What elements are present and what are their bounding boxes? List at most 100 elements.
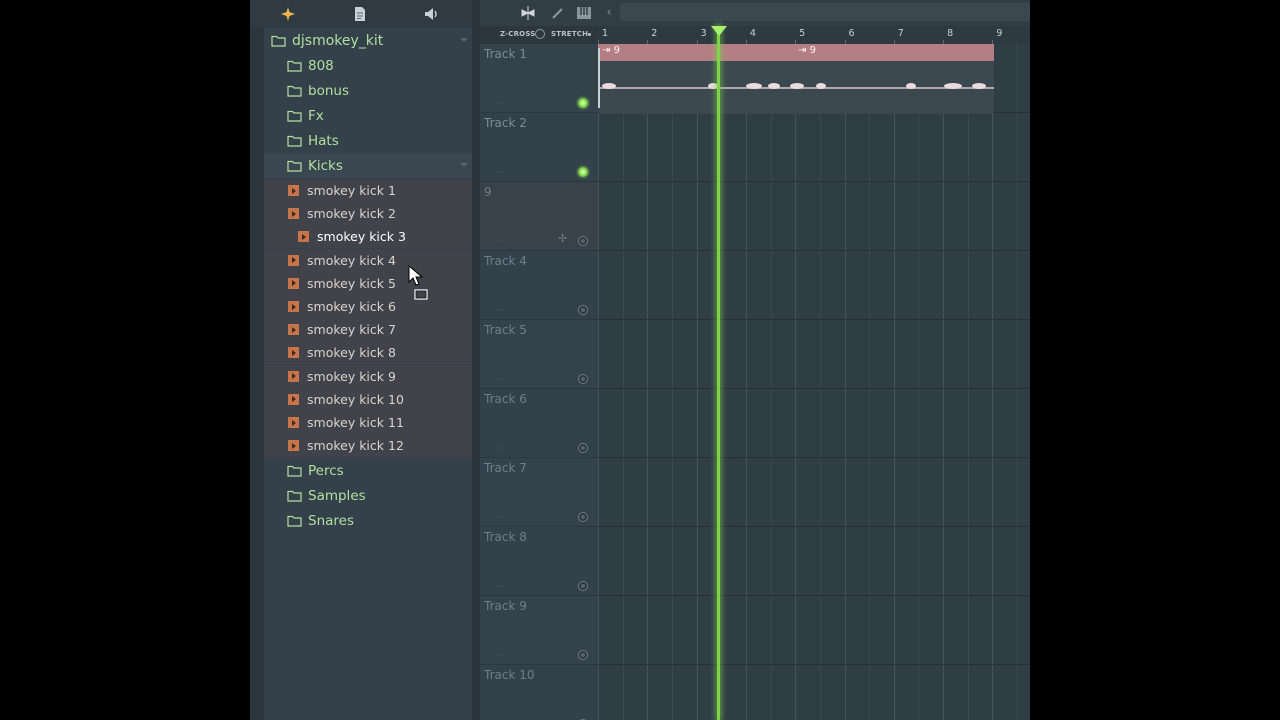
- track-header[interactable]: Track 9 ···: [480, 596, 598, 665]
- audio-file-icon: [288, 393, 299, 405]
- track-mute-led[interactable]: [578, 512, 588, 522]
- file-label: smokey kick 2: [307, 206, 396, 222]
- file-label: smokey kick 10: [307, 391, 404, 407]
- document-icon[interactable]: [350, 4, 370, 24]
- folder-samples[interactable]: Samples: [264, 483, 472, 508]
- zcross-knob[interactable]: [535, 29, 545, 39]
- track-separator: [598, 250, 1030, 251]
- track-mute-led[interactable]: [578, 98, 588, 108]
- folder-snares[interactable]: Snares: [264, 508, 472, 533]
- track-mute-led[interactable]: [578, 443, 588, 453]
- track-header[interactable]: Track 1 ···: [480, 44, 598, 113]
- file-item[interactable]: smokey kick 1: [264, 179, 472, 202]
- track-separator: [598, 595, 1030, 596]
- folder-label: 808: [308, 57, 334, 74]
- browser-gutter: [250, 28, 264, 720]
- folder-label: Percs: [308, 462, 344, 479]
- folder-fx[interactable]: Fx: [264, 103, 472, 128]
- file-label: smokey kick 9: [307, 368, 396, 384]
- playhead-marker-icon[interactable]: [711, 26, 727, 36]
- folder-808[interactable]: 808: [264, 53, 472, 78]
- folder-root[interactable]: djsmokey_kit: [264, 28, 472, 53]
- scroll-left-icon[interactable]: ‹: [600, 3, 618, 21]
- file-item[interactable]: smokey kick 5: [264, 271, 472, 295]
- playhead[interactable]: [717, 26, 720, 720]
- track-header[interactable]: 9 ··· ✢: [480, 182, 598, 251]
- track-grip[interactable]: ···: [496, 306, 504, 315]
- track-grip[interactable]: ···: [496, 375, 504, 384]
- audio-file-icon: [288, 324, 299, 336]
- track-header[interactable]: Track 4 ···: [480, 251, 598, 320]
- playlist-grid[interactable]: [598, 44, 1030, 720]
- track-mute-led[interactable]: [578, 581, 588, 591]
- folder-kicks[interactable]: Kicks: [264, 153, 472, 178]
- audio-file-icon: [288, 440, 299, 452]
- track-header[interactable]: Track 8 ···: [480, 527, 598, 596]
- track-header[interactable]: Track 7 ···: [480, 458, 598, 527]
- track-name: Track 4: [484, 254, 527, 268]
- track-mute-led[interactable]: [578, 236, 588, 246]
- browser-tree: djsmokey_kit 808 bonus Fx Hats Kicks smokey k…: [264, 28, 472, 720]
- timeline-ruler[interactable]: 1 2 3 4 5 6 7 8 9: [598, 26, 1030, 44]
- track-grip[interactable]: ···: [496, 444, 504, 453]
- audio-clip[interactable]: ⇥ 9 ⇥ 9: [598, 44, 994, 114]
- pencil-icon[interactable]: [548, 3, 568, 23]
- stretch-indicator[interactable]: [588, 33, 591, 36]
- pin-icon[interactable]: [278, 4, 298, 24]
- track-name: Track 2: [484, 116, 527, 130]
- folder-icon: [286, 135, 302, 147]
- piano-icon[interactable]: [574, 3, 594, 23]
- file-item[interactable]: smokey kick 3: [264, 225, 472, 249]
- track-grip[interactable]: ···: [496, 651, 504, 660]
- file-item[interactable]: smokey kick 4: [264, 248, 472, 272]
- folder-label: bonus: [308, 82, 349, 99]
- track-grip[interactable]: ···: [496, 582, 504, 591]
- track-grip[interactable]: ···: [496, 513, 504, 522]
- folder-bonus[interactable]: bonus: [264, 78, 472, 103]
- bar-gridline: [746, 44, 747, 720]
- audio-file-icon: [288, 347, 299, 359]
- file-label: smokey kick 3: [317, 229, 406, 245]
- beat-gridline: [968, 44, 969, 720]
- folder-percs[interactable]: Percs: [264, 458, 472, 483]
- file-item[interactable]: smokey kick 8: [264, 341, 472, 365]
- panel-divider[interactable]: [472, 0, 480, 720]
- track-grip[interactable]: ···: [496, 237, 504, 246]
- track-separator: [598, 526, 1030, 527]
- beat-gridline: [721, 44, 722, 720]
- track-mute-led[interactable]: [578, 305, 588, 315]
- track-header[interactable]: Track 2 ···: [480, 113, 598, 182]
- file-item[interactable]: smokey kick 6: [264, 295, 472, 318]
- speaker-icon[interactable]: [422, 4, 442, 24]
- zcross-stretch-bar: Z-CROSS STRETCH: [480, 26, 598, 44]
- track-header[interactable]: Track 10···: [480, 665, 598, 720]
- move-icon[interactable]: ✢: [558, 232, 567, 245]
- clip-header[interactable]: ⇥ 9 ⇥ 9: [598, 44, 994, 61]
- snap-icon[interactable]: [518, 3, 538, 23]
- track-header[interactable]: Track 6 ···: [480, 389, 598, 458]
- file-label: smokey kick 4: [307, 252, 396, 268]
- horizontal-scrollbar[interactable]: [620, 3, 1030, 21]
- beat-gridline: [771, 44, 772, 720]
- stretch-label: STRETCH: [551, 30, 589, 38]
- track-name: Track 8: [484, 530, 527, 544]
- track-mute-led[interactable]: [578, 374, 588, 384]
- folder-hats[interactable]: Hats: [264, 128, 472, 153]
- file-item[interactable]: smokey kick 9: [264, 364, 472, 388]
- audio-file-icon: [288, 417, 299, 428]
- folder-icon: [286, 465, 302, 477]
- file-item[interactable]: smokey kick 10: [264, 387, 472, 411]
- track-grip[interactable]: ···: [496, 99, 504, 108]
- track-grip[interactable]: ···: [496, 168, 504, 177]
- folder-label: Snares: [308, 512, 354, 529]
- track-header[interactable]: Track 5 ···: [480, 320, 598, 389]
- file-item[interactable]: smokey kick 2: [264, 202, 472, 226]
- loop-start-marker[interactable]: [598, 48, 600, 108]
- track-mute-led[interactable]: [578, 167, 588, 177]
- waveform-transient: [944, 83, 962, 89]
- track-name: Track 7: [484, 461, 527, 475]
- file-item[interactable]: smokey kick 7: [264, 318, 472, 342]
- file-item[interactable]: smokey kick 11: [264, 411, 472, 434]
- track-mute-led[interactable]: [578, 650, 588, 660]
- file-item[interactable]: smokey kick 12: [264, 434, 472, 458]
